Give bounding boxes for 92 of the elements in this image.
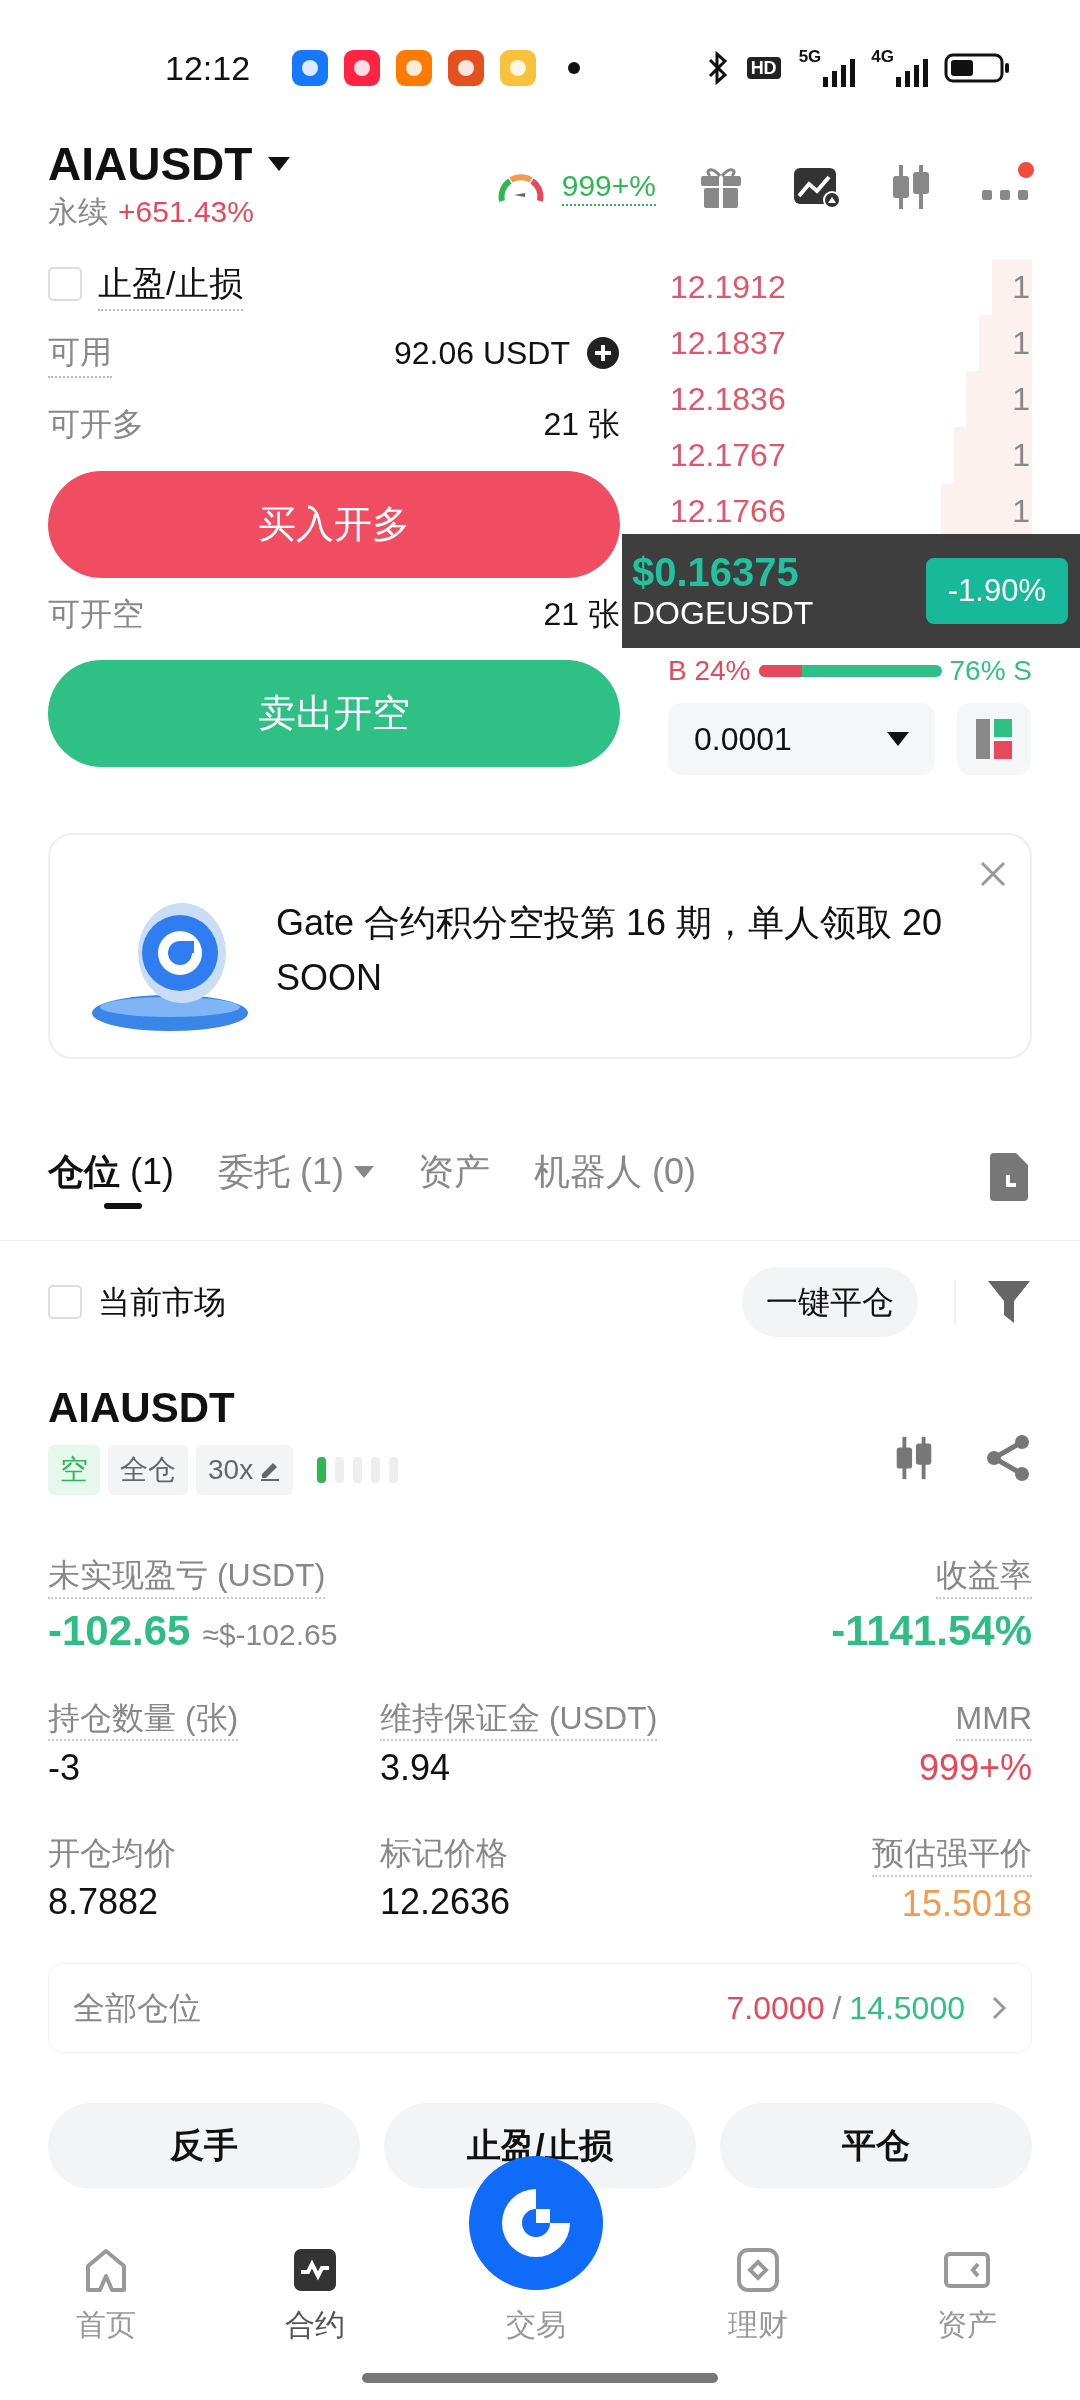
layout-button[interactable] [957,703,1031,775]
filter-icon[interactable] [986,1279,1032,1325]
share-icon[interactable] [984,1434,1032,1482]
signal-icon [894,57,930,89]
market-symbol[interactable]: AIAUSDT [48,138,253,190]
metric-label[interactable]: 收益率 [936,1555,1032,1599]
layout-icon [974,717,1014,761]
promo-banner[interactable]: Gate 合约积分空投第 16 期，单人领取 20 SOON [48,833,1032,1059]
separator: / [832,1988,842,2028]
metric-label[interactable]: 标记价格 [380,1833,508,1875]
ask-amount: 1 [1012,436,1031,475]
nav-tab[interactable]: 交易 [500,2300,572,2348]
ask-amount: 1 [1012,324,1031,363]
sell-ratio: 76% S [949,654,1032,688]
checkbox[interactable] [48,267,82,301]
ask-amount: 1 [1012,268,1031,307]
buy-ratio: B 24% [668,654,751,688]
metric-value: -102.65 [48,1605,191,1656]
metric-value: -1141.54% [831,1605,1032,1656]
clock-time: 12:12 [165,47,251,89]
bluetooth-icon [706,51,729,85]
nav-tab[interactable]: 合约 [210,2244,419,2348]
short-capacity-value: 21 张 [543,594,620,634]
available-balance-label: 可用 [48,327,112,378]
metric-value: 8.7882 [48,1879,159,1924]
close-all-button[interactable]: 一键平仓 [742,1267,918,1337]
ask-amount: 1 [1012,380,1031,419]
metric-value: 999+% [918,1746,1032,1791]
long-price: 7.0000 [726,1988,825,2028]
short-capacity-label: 可开空 [48,594,144,634]
add-icon[interactable] [586,335,620,370]
nav-tab[interactable]: 资产 [862,2244,1071,2348]
ask-price[interactable]: 12.1837 [668,319,786,367]
metric-label[interactable]: 未实现盈亏 (USDT) [48,1555,326,1599]
metric-label[interactable]: 开仓均价 [48,1833,176,1875]
long-capacity-label: 可开多 [48,404,144,444]
all-positions-label: 全部仓位 [73,1988,201,2028]
ask-price[interactable]: 12.1836 [668,375,786,423]
nav-tab[interactable]: 理财 [653,2244,862,2348]
margin-mode-tag: 全仓 [108,1445,188,1495]
network-label: 4G [871,48,894,65]
metric-value: -3 [48,1746,80,1791]
ask-amount: 1 [1012,492,1031,531]
network-label: 5G [798,48,822,65]
leverage-button[interactable]: 30x [196,1445,294,1495]
contract-type: 永续 [48,194,108,231]
position-symbol: AIAUSDT [48,1383,236,1433]
action-button[interactable]: 反手 [48,2102,360,2189]
metric-label[interactable]: 预估强平价 [872,1833,1032,1877]
long-capacity-value: 21 张 [543,404,620,444]
metric-value: 15.5018 [901,1881,1032,1926]
risk-rate[interactable]: 999+% [561,167,656,206]
caret-icon [887,732,909,746]
chevron-right-icon [991,1994,1007,2021]
precision-dropdown[interactable]: 0.0001 [668,703,935,775]
metric-label[interactable]: 维持保证金 (USDT) [380,1697,658,1742]
metric-approx-value: ≈$-102.65 [202,1616,338,1653]
metric-value: 3.94 [380,1746,451,1791]
tp-sl-label[interactable]: 止盈/止损 [98,257,244,311]
nav-tab[interactable]: 首页 [1,2244,210,2348]
battery-icon [944,52,1010,84]
metric-label[interactable]: MMR [955,1697,1032,1742]
available-balance-value: 92.06 USDT [393,333,570,373]
current-market-label: 当前市场 [98,1283,226,1322]
signal-icon [821,57,858,89]
banner-text: Gate 合约积分空投第 16 期，单人领取 20 SOON [276,901,944,1000]
position-tab[interactable]: 仓位 (1) [48,1141,174,1215]
ticker-price: $0.16375 [632,549,800,594]
ticker-change: -1.90% [925,557,1068,625]
hd-badge: HD [746,57,781,79]
action-button[interactable]: 平仓 [720,2102,1032,2189]
all-positions-row[interactable]: 全部仓位 7.0000 / 14.5000 [48,1962,1032,2053]
side-tag: 空 [48,1445,100,1495]
close-icon [980,861,1006,887]
buy-long-button[interactable]: 买入开多 [48,471,620,578]
metric-value: 12.2636 [380,1879,511,1924]
price-change: +651.43% [118,194,254,231]
position-tab[interactable]: 委托 (1) [218,1141,374,1215]
ask-price[interactable]: 12.1766 [668,487,786,535]
caret-icon[interactable] [268,157,291,171]
ticker-symbol: DOGEUSDT [632,593,814,633]
sell-short-button[interactable]: 卖出开空 [48,660,620,767]
ask-price[interactable]: 12.1767 [668,431,786,479]
floating-ticker[interactable]: $0.16375 DOGEUSDT -1.90% [622,534,1080,648]
short-price: 14.5000 [849,1988,965,2028]
metric-label[interactable]: 持仓数量 (张) [48,1697,239,1742]
notification-dot-icon [568,62,581,74]
position-tab[interactable]: 资产 [418,1141,490,1215]
checkbox[interactable] [48,1285,82,1319]
ask-price[interactable]: 12.1912 [668,263,786,311]
close-button[interactable] [980,861,1006,887]
position-tab[interactable]: 机器人 (0) [534,1141,696,1215]
